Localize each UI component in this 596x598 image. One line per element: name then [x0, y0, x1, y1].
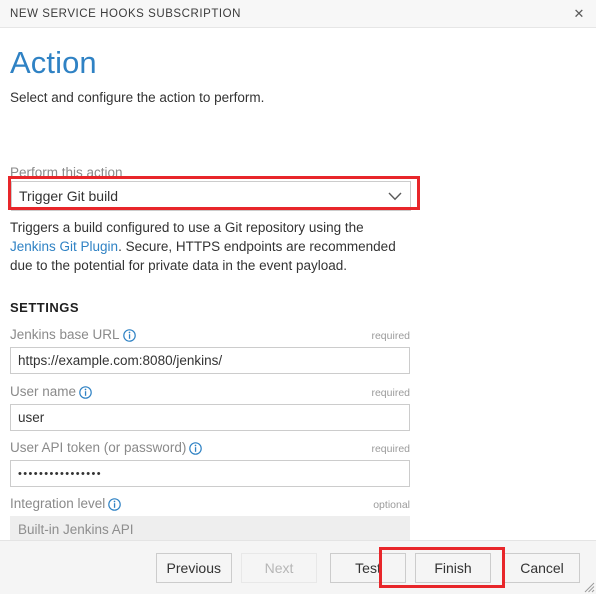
perform-action-select[interactable]: Trigger Git build	[11, 181, 411, 211]
cancel-button[interactable]: Cancel	[504, 552, 580, 583]
dialog-footer: Previous Next Test Finish Cancel	[0, 540, 596, 594]
action-description: Triggers a build configured to use a Git…	[10, 218, 408, 275]
field-jenkins-base-url: Jenkins base URL required	[10, 327, 410, 374]
perform-action-label: Perform this action	[10, 165, 123, 180]
field-user-api-token: User API token (or password) required	[10, 440, 410, 487]
info-icon[interactable]	[79, 386, 92, 399]
info-icon[interactable]	[108, 498, 122, 511]
jenkins-base-url-input[interactable]	[10, 347, 410, 374]
perform-action-selected-value: Trigger Git build	[19, 188, 119, 204]
field-label-text: User name	[10, 384, 77, 399]
field-user-name: User name required	[10, 384, 410, 431]
next-button: Next	[241, 552, 317, 583]
action-description-part1: Triggers a build configured to use a Git…	[10, 220, 364, 235]
perform-action-field: Perform this action	[10, 164, 123, 182]
new-service-hooks-subscription-dialog: NEW SERVICE HOOKS SUBSCRIPTION ✕ Action …	[0, 0, 596, 594]
perform-action-select-wrap: Trigger Git build	[11, 181, 411, 211]
test-button[interactable]: Test	[330, 552, 406, 583]
user-api-token-input[interactable]	[10, 460, 410, 487]
field-label-text: Jenkins base URL	[10, 327, 120, 342]
settings-heading: SETTINGS	[10, 300, 80, 315]
field-label-text: Integration level	[10, 496, 106, 511]
field-label: User API token (or password)	[10, 440, 203, 455]
field-integration-level: Integration level optional	[10, 496, 410, 540]
field-label-text: User API token (or password)	[10, 440, 187, 455]
field-label: Jenkins base URL	[10, 327, 136, 342]
close-icon[interactable]: ✕	[562, 0, 596, 27]
finish-button[interactable]: Finish	[415, 552, 491, 583]
page-title: Action	[10, 45, 97, 80]
field-requirement: required	[371, 387, 410, 399]
info-icon[interactable]	[122, 329, 136, 342]
resize-grip-icon[interactable]	[581, 579, 595, 593]
info-icon[interactable]	[189, 442, 203, 455]
user-name-input[interactable]	[10, 404, 410, 431]
previous-button[interactable]: Previous	[155, 552, 232, 583]
field-label: Integration level	[10, 496, 122, 511]
page-subtitle: Select and configure the action to perfo…	[10, 89, 265, 105]
field-label: User name	[10, 384, 92, 399]
jenkins-git-plugin-link[interactable]: Jenkins Git Plugin	[10, 239, 118, 254]
field-requirement: required	[371, 330, 410, 342]
dialog-title: NEW SERVICE HOOKS SUBSCRIPTION	[10, 7, 241, 20]
field-requirement: required	[371, 443, 410, 455]
integration-level-input	[10, 516, 410, 540]
dialog-content: Action Select and configure the action t…	[0, 28, 596, 540]
dialog-titlebar: NEW SERVICE HOOKS SUBSCRIPTION ✕	[0, 0, 596, 28]
field-requirement: optional	[373, 499, 410, 511]
